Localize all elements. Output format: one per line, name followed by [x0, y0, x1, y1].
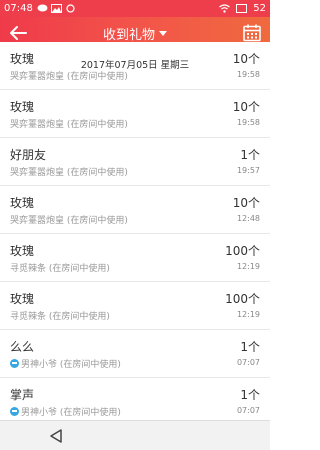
gift-time: 12:19 [236, 310, 260, 319]
user-level-icon [10, 407, 19, 416]
list-item[interactable]: 么么 男神小爷 (在房间中使用) 1个 07:07 [0, 330, 270, 378]
gift-name: 玫瑰 [10, 292, 35, 306]
status-time: 07:48 [4, 3, 33, 14]
gift-count: 10个 [232, 52, 260, 66]
wifi-icon [219, 4, 231, 13]
gift-name: 玫瑰 [10, 196, 35, 210]
gift-name: 玫瑰 [10, 244, 35, 258]
gift-name: 好朋友 [10, 148, 47, 162]
sender-info: 哭弈薹嚣炮皇 (在房间中使用) [10, 168, 128, 178]
gift-count: 1个 [240, 148, 260, 162]
sender-info: 寻觅辣条 (在房间中使用) [10, 264, 110, 274]
navigation-bar [0, 420, 270, 450]
gift-name: 么么 [10, 340, 35, 354]
gift-time: 07:07 [236, 406, 260, 415]
list-item[interactable]: 好朋友 哭弈薹嚣炮皇 (在房间中使用) 1个 19:57 [0, 138, 270, 186]
gift-time: 07:07 [236, 358, 260, 367]
gift-count: 1个 [240, 388, 260, 402]
list-item[interactable]: 玫瑰 哭弈薹嚣炮皇 (在房间中使用) 10个 19:58 [0, 42, 270, 90]
gift-name: 玫瑰 [10, 52, 35, 66]
sender-info: 寻觅辣条 (在房间中使用) [10, 312, 110, 322]
gift-count: 100个 [225, 292, 260, 306]
list-item[interactable]: 玫瑰 寻觅辣条 (在房间中使用) 100个 12:19 [0, 234, 270, 282]
gift-count: 100个 [225, 244, 260, 258]
battery-level: 52 [253, 3, 266, 14]
list-item[interactable]: 玫瑰 哭弈薹嚣炮皇 (在房间中使用) 10个 12:48 [0, 186, 270, 234]
gift-time: 19:58 [236, 118, 260, 127]
list-item[interactable]: 玫瑰 寻觅辣条 (在房间中使用) 100个 12:19 [0, 282, 270, 330]
gift-count: 1个 [240, 340, 260, 354]
gift-time: 19:57 [236, 166, 260, 175]
sender-info: 哭弈薹嚣炮皇 (在房间中使用) [10, 72, 128, 82]
sender-info: 男神小爷 (在房间中使用) [10, 357, 121, 370]
list-item[interactable]: 掌声 男神小爷 (在房间中使用) 1个 07:07 [0, 378, 270, 420]
sender-text: 男神小爷 (在房间中使用) [21, 360, 121, 370]
sender-info: 男神小爷 (在房间中使用) [10, 405, 121, 418]
sender-info: 哭弈薹嚣炮皇 (在房间中使用) [10, 216, 128, 226]
gift-list[interactable]: 玫瑰 哭弈薹嚣炮皇 (在房间中使用) 10个 19:58 玫瑰 哭弈薹嚣炮皇 (… [0, 42, 270, 420]
message-icon [37, 4, 48, 13]
gift-time: 12:19 [236, 262, 260, 271]
sender-text: 男神小爷 (在房间中使用) [21, 408, 121, 418]
user-level-icon [10, 359, 19, 368]
sender-info: 哭弈薹嚣炮皇 (在房间中使用) [10, 120, 128, 130]
gift-time: 19:58 [236, 70, 260, 79]
gift-count: 10个 [232, 100, 260, 114]
gift-time: 12:48 [236, 214, 260, 223]
nav-back-triangle-icon[interactable] [48, 428, 64, 444]
gift-name: 玫瑰 [10, 100, 35, 114]
status-bar: 07:48 52 [0, 0, 270, 17]
signal-icon [236, 4, 248, 13]
gift-count: 10个 [232, 196, 260, 210]
notification-icon [65, 4, 76, 13]
image-icon [50, 4, 62, 13]
list-item[interactable]: 玫瑰 哭弈薹嚣炮皇 (在房间中使用) 10个 19:58 [0, 90, 270, 138]
calendar-icon[interactable] [242, 23, 262, 43]
chevron-down-icon [159, 31, 167, 36]
page-title: 收到礼物 [102, 28, 155, 43]
gift-name: 掌声 [10, 388, 35, 402]
